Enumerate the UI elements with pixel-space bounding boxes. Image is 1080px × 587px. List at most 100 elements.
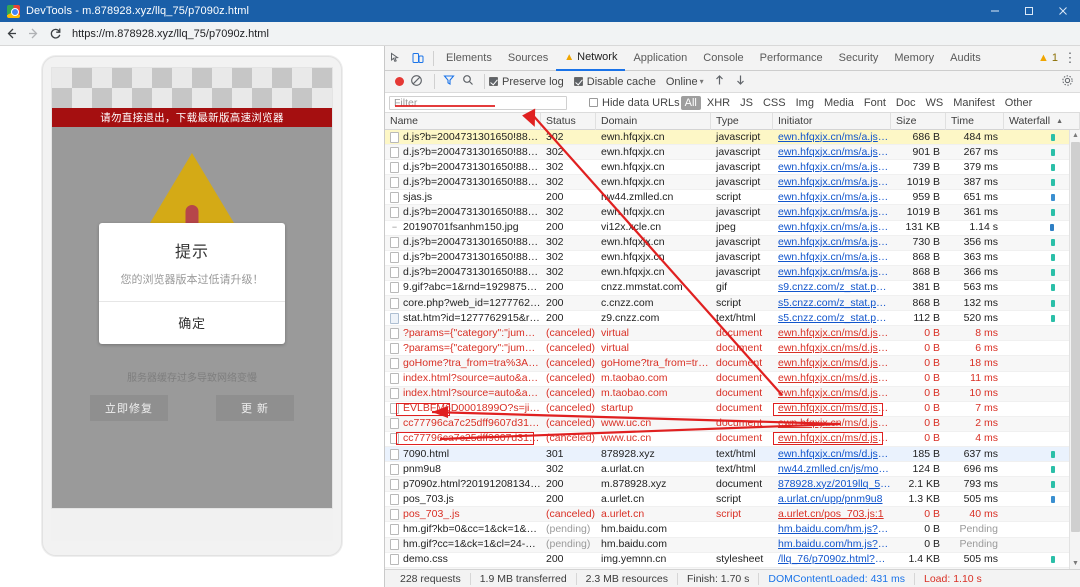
filter-type-css[interactable]: CSS bbox=[759, 97, 790, 109]
dialog-confirm-button[interactable]: 确定 bbox=[99, 302, 285, 344]
filter-type-img[interactable]: Img bbox=[792, 97, 818, 109]
table-row[interactable]: demo.css 200 img.yemnn.cn stylesheet/llq_76… bbox=[385, 553, 1080, 568]
table-row[interactable]: index.html?source=auto&action=... (cancel… bbox=[385, 372, 1080, 387]
filter-type-ws[interactable]: WS bbox=[921, 97, 947, 109]
cell-initiator[interactable]: ewn.hfqxjx.cn/ms/d.js?b... bbox=[773, 341, 891, 356]
update-button[interactable]: 更 新 bbox=[216, 395, 294, 421]
table-row[interactable]: d.js?b=2004731301650!88!640!15... 302 ewn.… bbox=[385, 251, 1080, 266]
hide-data-urls-checkbox[interactable]: Hide data URLs bbox=[589, 97, 680, 109]
cell-initiator[interactable]: ewn.hfqxjx.cn/ms/a.js?b... bbox=[773, 235, 891, 250]
cell-initiator[interactable]: ewn.hfqxjx.cn/ms/a.js?b... bbox=[773, 190, 891, 205]
filter-type-js[interactable]: JS bbox=[736, 97, 757, 109]
cell-initiator[interactable]: ewn.hfqxjx.cn/ms/a.js?b... bbox=[773, 265, 891, 280]
back-icon[interactable] bbox=[0, 23, 22, 45]
filter-type-xhr[interactable]: XHR bbox=[703, 97, 734, 109]
table-row[interactable]: pos_703_.js (canceled) a.urlet.cn script a.u… bbox=[385, 507, 1080, 523]
table-row[interactable]: pnm9u8 302 a.urlat.cn text/html nw44.zmlled.… bbox=[385, 462, 1080, 478]
filter-type-manifest[interactable]: Manifest bbox=[949, 97, 999, 109]
export-har-icon[interactable] bbox=[735, 74, 746, 89]
cell-initiator[interactable]: ewn.hfqxjx.cn/ms/a.js?b... bbox=[773, 220, 891, 235]
cell-initiator[interactable]: ewn.hfqxjx.cn/ms/d.js?b... bbox=[773, 326, 891, 341]
cell-initiator[interactable]: /llq_76/p7090z.html?20... bbox=[773, 552, 891, 567]
cell-initiator[interactable]: ewn.hfqxjx.cn/ms/d.js?b... bbox=[773, 386, 891, 401]
table-row[interactable]: p7090z.html?201912081342168t.. 200 m.87892… bbox=[385, 477, 1080, 493]
table-row[interactable]: ?params={"category":"jump","des... (cance… bbox=[385, 326, 1080, 342]
cell-initiator[interactable]: ewn.hfqxjx.cn/ms/d.js?b... bbox=[773, 356, 891, 371]
table-row[interactable]: EVLBFM6D0001899O?s=jixinkeji... (canceled… bbox=[385, 402, 1080, 417]
inspect-element-icon[interactable] bbox=[385, 46, 407, 71]
table-row[interactable]: goHome?tra_from=tra%3AC01V4... (canceled)… bbox=[385, 356, 1080, 372]
url-bar[interactable]: https://m.878928.xyz/llq_75/p7090z.html bbox=[72, 28, 269, 40]
warning-count-badge[interactable]: ▲ 1 bbox=[1038, 52, 1058, 64]
scroll-down-icon[interactable]: ▼ bbox=[1070, 558, 1080, 569]
tab-sources[interactable]: Sources bbox=[500, 46, 556, 71]
cell-initiator[interactable]: ewn.hfqxjx.cn/ms/a.js?b... bbox=[773, 160, 891, 175]
close-button[interactable] bbox=[1046, 0, 1080, 22]
table-row[interactable]: 9.gif?abc=1&rnd=1929875975 200 cnzz.mmstat… bbox=[385, 280, 1080, 297]
import-har-icon[interactable] bbox=[714, 74, 725, 89]
cell-initiator[interactable]: ewn.hfqxjx.cn/ms/a.js?b... bbox=[773, 205, 891, 220]
minimize-button[interactable] bbox=[978, 0, 1012, 22]
tab-application[interactable]: Application bbox=[625, 46, 695, 71]
table-row[interactable]: d.js?b=2004731301650!88!640!15... 302 ewn.… bbox=[385, 265, 1080, 281]
cell-initiator[interactable]: nw44.zmlled.cn/js/mob... bbox=[773, 462, 891, 477]
search-icon[interactable] bbox=[462, 74, 474, 89]
table-row[interactable]: chucuo-2.png 200img.yemnn.cnpng/llq_76/p7… bbox=[385, 567, 1080, 569]
cell-initiator[interactable]: ewn.hfqxjx.cn/ms/a.js?b... bbox=[773, 175, 891, 190]
filter-type-other[interactable]: Other bbox=[1001, 97, 1037, 109]
scrollbar-thumb[interactable] bbox=[1071, 142, 1080, 532]
column-header-status[interactable]: Status bbox=[541, 113, 596, 130]
table-row[interactable]: d.js?b=2004731301650!88!640!15... 302 ewn.… bbox=[385, 145, 1080, 161]
table-row[interactable]: d.js?b=2004731301650!88!640!15... 302 ewn.… bbox=[385, 175, 1080, 191]
table-body[interactable]: d.js?b=2004731301650!88!640!15... 302 ewn.… bbox=[385, 130, 1080, 569]
cell-initiator[interactable]: a.urlat.cn/upp/pnm9u8 bbox=[773, 492, 891, 507]
table-row[interactable]: pos_703.js 200 a.urlet.cn script a.urlat.cn/… bbox=[385, 492, 1080, 508]
cell-initiator[interactable]: ewn.hfqxjx.cn/ms/a.js?b... bbox=[773, 130, 891, 145]
disable-cache-checkbox[interactable]: Disable cache bbox=[573, 76, 656, 88]
table-row[interactable]: core.php?web_id=1277762915&t... 200 c.cnzz… bbox=[385, 296, 1080, 312]
filter-icon[interactable] bbox=[443, 74, 455, 89]
cell-initiator[interactable]: s5.cnzz.com/z_stat.php?... bbox=[773, 296, 891, 311]
table-row[interactable]: d.js?b=2004731301650!88!640!15... 302 ewn.… bbox=[385, 205, 1080, 221]
filter-type-font[interactable]: Font bbox=[860, 97, 890, 109]
table-row[interactable]: hm.gif?cc=1&ck=1&cl=24-bit&d... (pending)… bbox=[385, 537, 1080, 553]
table-row[interactable]: cc77796ca7c25dff9607d31b29eff... (cancele… bbox=[385, 432, 1080, 447]
cell-initiator[interactable]: 878928.xyz/2019llq_5/... bbox=[773, 477, 891, 492]
column-header-time[interactable]: Time bbox=[946, 113, 1004, 130]
filter-type-all[interactable]: All bbox=[680, 95, 701, 110]
table-row[interactable]: sjas.js 200 nw44.zmlled.cn script ewn.hfqxjx… bbox=[385, 190, 1080, 206]
forward-icon[interactable] bbox=[22, 23, 44, 45]
table-row[interactable]: −20190701fsanhm150.jpg 200 vi12x.xcle.cn jp… bbox=[385, 221, 1080, 236]
column-header-waterfall[interactable]: Waterfall ▲ bbox=[1004, 113, 1080, 130]
vertical-scrollbar[interactable]: ▲ ▼ bbox=[1069, 130, 1080, 569]
column-header-type[interactable]: Type bbox=[711, 113, 773, 130]
cell-initiator[interactable]: /llq_76/p7090z.html?20... bbox=[773, 567, 891, 569]
cell-initiator[interactable]: ewn.hfqxjx.cn/ms/d.js?b... bbox=[773, 431, 891, 446]
filter-type-media[interactable]: Media bbox=[820, 97, 858, 109]
scroll-up-icon[interactable]: ▲ bbox=[1070, 130, 1080, 141]
table-row[interactable]: d.js?b=2004731301650!88!640!15... 302 ewn.… bbox=[385, 235, 1080, 251]
table-row[interactable]: cc77796ca7c25dff9607d31b29eff... (cancele… bbox=[385, 416, 1080, 432]
tab-memory[interactable]: Memory bbox=[886, 46, 942, 71]
preserve-log-checkbox[interactable]: Preserve log bbox=[489, 76, 564, 88]
tab-performance[interactable]: Performance bbox=[752, 46, 831, 71]
cell-initiator[interactable]: s9.cnzz.com/z_stat.php?... bbox=[773, 280, 891, 295]
device-toolbar-icon[interactable] bbox=[407, 46, 429, 71]
clear-button[interactable] bbox=[410, 74, 426, 90]
tab-elements[interactable]: Elements bbox=[438, 46, 500, 71]
column-header-domain[interactable]: Domain bbox=[596, 113, 711, 130]
table-row[interactable]: 7090.html 301 878928.xyz text/html ewn.hfqxj… bbox=[385, 446, 1080, 463]
throttling-select[interactable]: Online bbox=[666, 76, 698, 88]
cell-initiator[interactable]: ewn.hfqxjx.cn/ms/d.js?b... bbox=[773, 371, 891, 386]
cell-initiator[interactable]: ewn.hfqxjx.cn/ms/d.js?b... bbox=[773, 401, 891, 416]
filter-type-doc[interactable]: Doc bbox=[892, 97, 920, 109]
cell-initiator[interactable]: hm.baidu.com/hm.js?0c... bbox=[773, 537, 891, 552]
record-button[interactable] bbox=[395, 77, 404, 86]
maximize-button[interactable] bbox=[1012, 0, 1046, 22]
table-row[interactable]: d.js?b=2004731301650!88!640!15... 302 ewn.… bbox=[385, 130, 1080, 146]
cell-initiator[interactable]: ewn.hfqxjx.cn/ms/d.js?b. bbox=[773, 447, 891, 462]
table-row[interactable]: index.html?source=auto&action=... (cancel… bbox=[385, 386, 1080, 402]
tab-audits[interactable]: Audits bbox=[942, 46, 989, 71]
cell-initiator[interactable]: ewn.hfqxjx.cn/ms/a.js?b... bbox=[773, 250, 891, 265]
gear-icon[interactable] bbox=[1061, 74, 1074, 90]
